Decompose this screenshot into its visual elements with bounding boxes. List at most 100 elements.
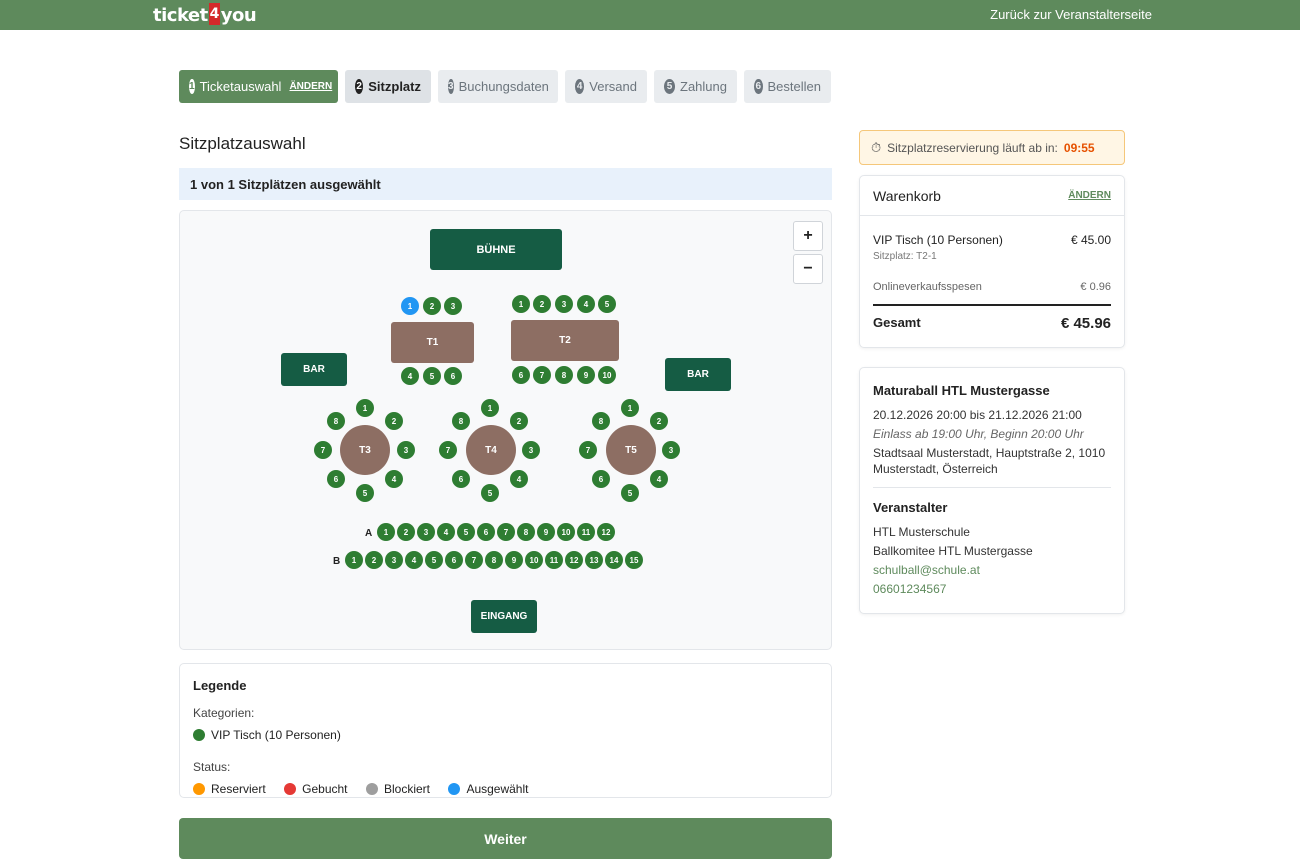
seat-t2-4[interactable]: 4 [577,295,595,313]
vip-dot-icon [193,729,205,741]
back-to-organizer-link[interactable]: Zurück zur Veranstalterseite [990,7,1152,22]
seat-t2-10[interactable]: 10 [598,366,616,384]
cart-item-seat: Sitzplatz: T2-1 [873,251,937,262]
reservation-timer: ⏱ Sitzplatzreservierung läuft ab in: 09:… [859,130,1125,165]
seat-t1-3[interactable]: 3 [444,297,462,315]
bar-right: BAR [665,358,731,391]
step-change-link[interactable]: ÄNDERN [289,81,332,92]
seat-b-5[interactable]: 5 [425,551,443,569]
seat-t1-5[interactable]: 5 [423,367,441,385]
seat-t5-7[interactable]: 7 [579,441,597,459]
step-label: Buchungsdaten [458,79,549,94]
seat-t1-6[interactable]: 6 [444,367,462,385]
seat-b-4[interactable]: 4 [405,551,423,569]
seat-b-14[interactable]: 14 [605,551,623,569]
seat-b-8[interactable]: 8 [485,551,503,569]
seat-t5-1[interactable]: 1 [621,399,639,417]
seat-b-7[interactable]: 7 [465,551,483,569]
seat-t4-1[interactable]: 1 [481,399,499,417]
organizer-phone-link[interactable]: 06601234567 [873,581,1111,597]
seat-a-3[interactable]: 3 [417,523,435,541]
table-t1: T1 [391,322,474,363]
seat-b-6[interactable]: 6 [445,551,463,569]
seat-t4-7[interactable]: 7 [439,441,457,459]
stopwatch-icon: ⏱ [871,139,882,155]
event-venue: Stadtsaal Musterstadt, Hauptstraße 2, 10… [873,446,1106,476]
seat-t3-7[interactable]: 7 [314,441,332,459]
seat-t3-4[interactable]: 4 [385,470,403,488]
event-date: 20.12.2026 20:00 bis 21.12.2026 21:00 [873,408,1082,422]
entrance: EINGANG [471,600,537,633]
logo[interactable]: ticket 4 you [153,3,257,28]
seat-a-9[interactable]: 9 [537,523,555,541]
seat-t5-4[interactable]: 4 [650,470,668,488]
seat-t2-9[interactable]: 9 [577,366,595,384]
seat-t5-2[interactable]: 2 [650,412,668,430]
seat-t3-5[interactable]: 5 [356,484,374,502]
seat-t4-4[interactable]: 4 [510,470,528,488]
seat-t4-8[interactable]: 8 [452,412,470,430]
zoom-out-button[interactable]: − [793,254,823,284]
seat-t4-6[interactable]: 6 [452,470,470,488]
bar-left: BAR [281,353,347,386]
seat-b-1[interactable]: 1 [345,551,363,569]
seat-t3-2[interactable]: 2 [385,412,403,430]
cart-total-value: € 45.96 [1060,315,1111,332]
organizer-email-link[interactable]: schulball@schule.at [873,562,1111,578]
step-label: Sitzplatz [368,79,421,94]
seat-t2-6[interactable]: 6 [512,366,530,384]
zoom-in-button[interactable]: + [793,221,823,251]
step-sitzplatz[interactable]: 2 Sitzplatz [345,70,431,103]
cart-change-link[interactable]: ÄNDERN [1068,190,1111,201]
seat-a-1[interactable]: 1 [377,523,395,541]
seat-b-11[interactable]: 11 [545,551,563,569]
seat-b-2[interactable]: 2 [365,551,383,569]
seat-t2-7[interactable]: 7 [533,366,551,384]
seat-t3-1[interactable]: 1 [356,399,374,417]
seat-b-15[interactable]: 15 [625,551,643,569]
seat-a-4[interactable]: 4 [437,523,455,541]
seat-a-12[interactable]: 12 [597,523,615,541]
seat-a-10[interactable]: 10 [557,523,575,541]
seat-t2-8[interactable]: 8 [555,366,573,384]
seat-b-12[interactable]: 12 [565,551,583,569]
seat-b-10[interactable]: 10 [525,551,543,569]
seat-t2-3[interactable]: 3 [555,295,573,313]
seat-t3-3[interactable]: 3 [397,441,415,459]
timer-value: 09:55 [1063,140,1095,155]
cart-fee-label: Onlineverkaufsspesen [873,281,982,293]
seat-b-3[interactable]: 3 [385,551,403,569]
seat-t5-3[interactable]: 3 [662,441,680,459]
page-title: Sitzplatzauswahl [179,134,306,153]
cart-item-price: € 45.00 [1070,233,1111,247]
cart-item-name: VIP Tisch (10 Personen) [873,233,1003,247]
seat-a-2[interactable]: 2 [397,523,415,541]
seat-t5-5[interactable]: 5 [621,484,639,502]
step-ticketauswahl[interactable]: 1 Ticketauswahl ÄNDERN [179,70,338,103]
seat-t5-6[interactable]: 6 [592,470,610,488]
seat-t1-1[interactable]: 1 [401,297,419,315]
seat-t2-1[interactable]: 1 [512,295,530,313]
seat-a-8[interactable]: 8 [517,523,535,541]
seat-t2-2[interactable]: 2 [533,295,551,313]
seat-t3-8[interactable]: 8 [327,412,345,430]
seat-t1-2[interactable]: 2 [423,297,441,315]
seat-t1-4[interactable]: 4 [401,367,419,385]
event-title: Maturaball HTL Mustergasse [873,383,1050,398]
seat-t3-6[interactable]: 6 [327,470,345,488]
continue-button[interactable]: Weiter [179,818,832,859]
seat-a-6[interactable]: 6 [477,523,495,541]
cart-header: Warenkorb ÄNDERN [860,176,1124,216]
seat-t4-5[interactable]: 5 [481,484,499,502]
seat-t4-3[interactable]: 3 [522,441,540,459]
seat-t2-5[interactable]: 5 [598,295,616,313]
seat-a-11[interactable]: 11 [577,523,595,541]
seat-a-7[interactable]: 7 [497,523,515,541]
seat-t4-2[interactable]: 2 [510,412,528,430]
seat-t5-8[interactable]: 8 [592,412,610,430]
step-buchungsdaten: 3 Buchungsdaten [438,70,558,103]
seat-b-13[interactable]: 13 [585,551,603,569]
seat-b-9[interactable]: 9 [505,551,523,569]
seat-a-5[interactable]: 5 [457,523,475,541]
seat-map[interactable]: + − BÜHNE BAR BAR EINGANG T1 T2 T3 T4 T5… [179,210,832,650]
